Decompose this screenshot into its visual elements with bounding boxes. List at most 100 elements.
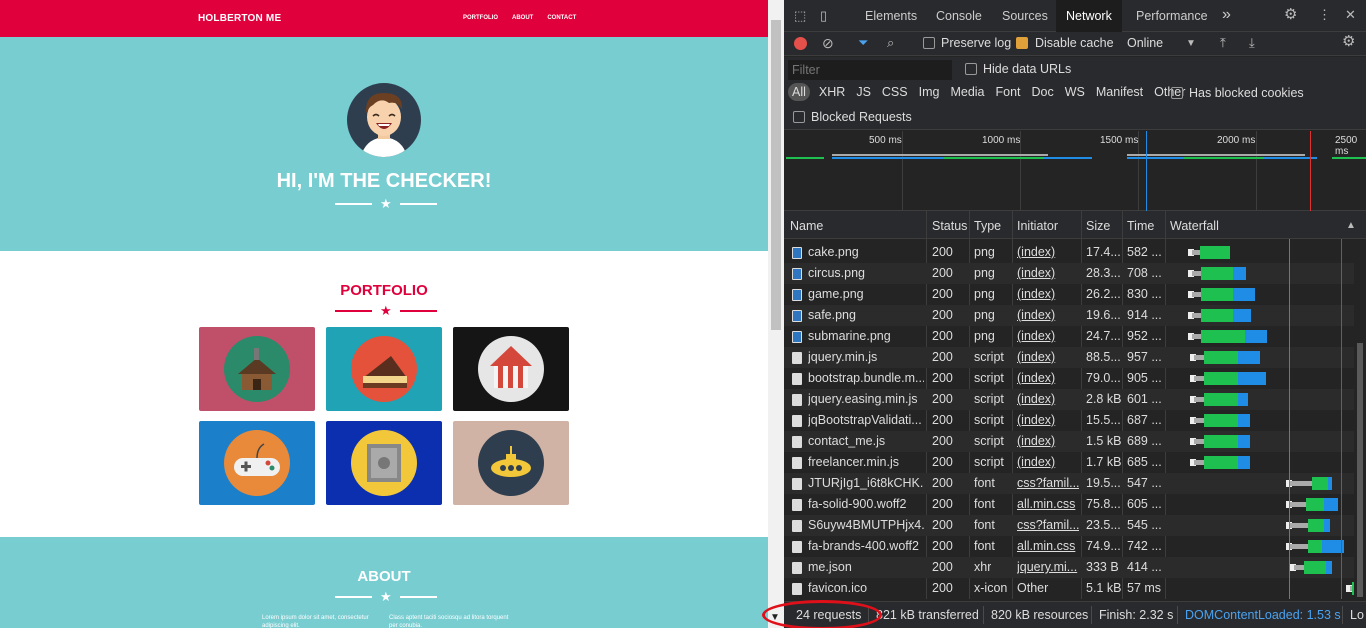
request-initiator[interactable]: (index)	[1017, 266, 1079, 280]
request-initiator[interactable]: (index)	[1017, 245, 1079, 259]
type-filter-img[interactable]: Img	[917, 83, 942, 101]
device-toolbar-icon[interactable]: ▯	[820, 9, 827, 23]
table-row[interactable]: favicon.ico 200 x-icon Other 5.1 kB 57 ms	[784, 578, 1364, 599]
tab-elements[interactable]: Elements	[865, 9, 917, 23]
blocked-requests-checkbox[interactable]	[793, 111, 805, 123]
export-har-icon[interactable]: ⤓	[1249, 36, 1255, 50]
tab-console[interactable]: Console	[936, 9, 982, 23]
settings-gear-icon[interactable]: ⚙	[1284, 7, 1297, 22]
request-initiator[interactable]: (index)	[1017, 350, 1079, 364]
table-row[interactable]: jquery.min.js 200 script (index) 88.5... 957 …	[784, 347, 1364, 368]
request-name[interactable]: bootstrap.bundle.m...	[808, 371, 924, 385]
chevron-down-icon[interactable]: ▼	[1186, 37, 1196, 51]
tab-performance[interactable]: Performance	[1136, 9, 1208, 23]
table-row[interactable]: submarine.png 200 png (index) 24.7... 952 ...	[784, 326, 1364, 347]
more-options-icon[interactable]: ⋮	[1318, 8, 1331, 22]
request-initiator[interactable]: all.min.css	[1017, 497, 1079, 511]
type-filter-doc[interactable]: Doc	[1030, 83, 1056, 101]
type-filter-media[interactable]: Media	[948, 83, 986, 101]
type-filter-manifest[interactable]: Manifest	[1094, 83, 1145, 101]
column-header-initiator[interactable]: Initiator	[1017, 219, 1058, 233]
table-row[interactable]: fa-solid-900.woff2 200 font all.min.css 75.8…	[784, 494, 1364, 515]
scroll-down-arrow-icon[interactable]: ▼	[770, 612, 780, 623]
portfolio-item-cabin[interactable]	[199, 327, 315, 411]
request-name[interactable]: jquery.easing.min.js	[808, 392, 924, 406]
table-row[interactable]: fa-brands-400.woff2 200 font all.min.css 74.…	[784, 536, 1364, 557]
request-initiator[interactable]: (index)	[1017, 413, 1079, 427]
request-initiator[interactable]: (index)	[1017, 392, 1079, 406]
table-row[interactable]: jqBootstrapValidati... 200 script (index) 15…	[784, 410, 1364, 431]
hide-data-urls-checkbox[interactable]	[965, 63, 977, 75]
requests-table-scrollbar-thumb[interactable]	[1357, 343, 1363, 597]
disable-cache-checkbox[interactable]	[1016, 37, 1028, 49]
column-header-waterfall[interactable]: Waterfall	[1170, 219, 1219, 233]
table-row[interactable]: game.png 200 png (index) 26.2... 830 ...	[784, 284, 1364, 305]
request-initiator[interactable]: (index)	[1017, 455, 1079, 469]
website-scrollbar-thumb[interactable]	[771, 20, 781, 330]
website-scrollbar[interactable]	[768, 0, 784, 628]
table-row[interactable]: JTURjIg1_i6t8kCHK... 200 font css?famil... 1…	[784, 473, 1364, 494]
portfolio-item-safe[interactable]	[326, 421, 442, 505]
site-brand-link[interactable]: HOLBERTON ME	[198, 13, 281, 24]
tab-network[interactable]: Network	[1056, 0, 1122, 32]
network-settings-gear-icon[interactable]: ⚙	[1342, 34, 1355, 49]
nav-link-contact[interactable]: CONTACT	[547, 15, 576, 21]
record-button-icon[interactable]	[794, 37, 807, 50]
request-name[interactable]: JTURjIg1_i6t8kCHK...	[808, 476, 924, 490]
request-initiator[interactable]: (index)	[1017, 308, 1079, 322]
network-overview-timeline[interactable]: 500 ms 1000 ms 1500 ms 2000 ms 2500 ms	[784, 131, 1366, 211]
column-header-status[interactable]: Status	[932, 219, 967, 233]
type-filter-js[interactable]: JS	[854, 83, 873, 101]
table-row[interactable]: safe.png 200 png (index) 19.6... 914 ...	[784, 305, 1364, 326]
has-blocked-cookies-checkbox[interactable]	[1171, 87, 1183, 99]
request-name[interactable]: circus.png	[808, 266, 924, 280]
throttling-select[interactable]: Online	[1127, 36, 1163, 50]
type-filter-ws[interactable]: WS	[1063, 83, 1087, 101]
request-name[interactable]: jqBootstrapValidati...	[808, 413, 924, 427]
column-header-size[interactable]: Size	[1086, 219, 1110, 233]
search-icon[interactable]: ⌕	[887, 36, 894, 50]
request-initiator[interactable]: css?famil...	[1017, 518, 1079, 532]
request-initiator[interactable]: css?famil...	[1017, 476, 1079, 490]
tab-sources[interactable]: Sources	[1002, 9, 1048, 23]
more-tabs-icon[interactable]: »	[1222, 6, 1231, 24]
table-row[interactable]: S6uyw4BMUTPHjx4... 200 font css?famil... 23.…	[784, 515, 1364, 536]
request-name[interactable]: submarine.png	[808, 329, 924, 343]
request-name[interactable]: freelancer.min.js	[808, 455, 924, 469]
table-row[interactable]: contact_me.js 200 script (index) 1.5 kB 689 .…	[784, 431, 1364, 452]
portfolio-item-game[interactable]	[199, 421, 315, 505]
column-header-name[interactable]: Name	[790, 219, 823, 233]
sort-ascending-icon[interactable]: ▲	[1346, 219, 1356, 233]
request-initiator[interactable]: (index)	[1017, 329, 1079, 343]
request-initiator[interactable]: jquery.mi...	[1017, 560, 1079, 574]
request-name[interactable]: cake.png	[808, 245, 924, 259]
request-name[interactable]: fa-brands-400.woff2	[808, 539, 924, 553]
request-name[interactable]: contact_me.js	[808, 434, 924, 448]
request-initiator[interactable]: (index)	[1017, 287, 1079, 301]
request-initiator[interactable]: (index)	[1017, 371, 1079, 385]
type-filter-css[interactable]: CSS	[880, 83, 910, 101]
requests-table-scrollbar[interactable]	[1354, 239, 1366, 599]
portfolio-item-circus[interactable]	[453, 327, 569, 411]
request-initiator[interactable]: (index)	[1017, 434, 1079, 448]
nav-link-portfolio[interactable]: PORTFOLIO	[463, 15, 498, 21]
column-header-time[interactable]: Time	[1127, 219, 1154, 233]
inspect-element-icon[interactable]: ⬚	[794, 9, 806, 23]
filter-funnel-icon[interactable]: ⏷	[858, 36, 868, 50]
filter-input[interactable]	[788, 60, 952, 80]
type-filter-all[interactable]: All	[788, 83, 810, 101]
type-filter-font[interactable]: Font	[994, 83, 1023, 101]
table-row[interactable]: bootstrap.bundle.m... 200 script (index) 79.…	[784, 368, 1364, 389]
portfolio-item-cake[interactable]	[326, 327, 442, 411]
request-name[interactable]: favicon.ico	[808, 581, 924, 595]
table-row[interactable]: cake.png 200 png (index) 17.4... 582 ...	[784, 242, 1364, 263]
close-devtools-icon[interactable]: ✕	[1345, 8, 1356, 22]
request-name[interactable]: me.json	[808, 560, 924, 574]
nav-link-about[interactable]: ABOUT	[512, 15, 533, 21]
request-name[interactable]: jquery.min.js	[808, 350, 924, 364]
portfolio-item-submarine[interactable]	[453, 421, 569, 505]
table-row[interactable]: jquery.easing.min.js 200 script (index) 2.8 …	[784, 389, 1364, 410]
table-row[interactable]: freelancer.min.js 200 script (index) 1.7 kB 6…	[784, 452, 1364, 473]
request-initiator[interactable]: all.min.css	[1017, 539, 1079, 553]
table-row[interactable]: circus.png 200 png (index) 28.3... 708 ...	[784, 263, 1364, 284]
